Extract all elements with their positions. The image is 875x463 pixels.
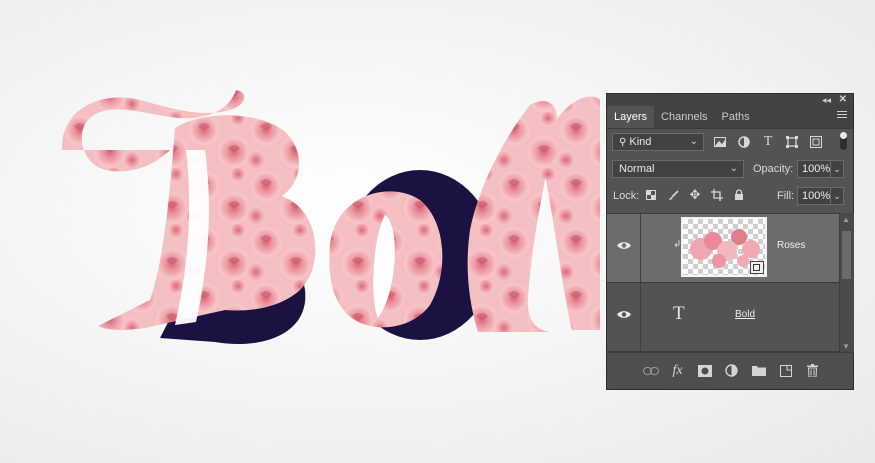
blend-row: Normal ⌄ Opacity: 100% ⌄ bbox=[607, 156, 853, 183]
layers-panel: ◂◂ ✕ Layers Channels Paths ⚲ Kind ⌄ T No… bbox=[606, 93, 854, 390]
tab-layers[interactable]: Layers bbox=[607, 106, 655, 128]
filter-kind-label: Kind bbox=[629, 136, 652, 148]
layer-row-roses[interactable]: ↲ Roses bbox=[607, 214, 839, 283]
layer-thumbnail-roses[interactable] bbox=[681, 217, 767, 277]
shape-filter-icon[interactable] bbox=[783, 134, 801, 150]
scrollbar-thumb[interactable] bbox=[842, 231, 851, 279]
lock-transparent-icon[interactable] bbox=[643, 187, 659, 203]
chevron-down-icon: ⌄ bbox=[729, 163, 738, 174]
bold-artwork bbox=[61, 90, 600, 345]
eye-icon[interactable] bbox=[617, 310, 631, 319]
lock-all-icon[interactable] bbox=[731, 187, 747, 203]
fill-label: Fill: bbox=[777, 190, 795, 202]
scroll-up-icon[interactable]: ▲ bbox=[842, 215, 850, 224]
layers-scrollbar[interactable]: ▲ ▼ bbox=[839, 213, 854, 353]
new-layer-icon[interactable] bbox=[776, 362, 795, 379]
link-layers-icon[interactable] bbox=[641, 362, 660, 379]
lock-row: Lock: ✥ Fill: 100% ⌄ bbox=[607, 183, 853, 210]
collapse-panel-icon[interactable]: ◂◂ bbox=[822, 94, 831, 106]
image-filter-icon[interactable] bbox=[711, 134, 729, 150]
opacity-label: Opacity: bbox=[753, 163, 794, 175]
new-group-icon[interactable] bbox=[749, 362, 768, 379]
eye-icon[interactable] bbox=[617, 241, 631, 250]
close-panel-icon[interactable]: ✕ bbox=[839, 94, 847, 106]
type-filter-icon[interactable]: T bbox=[759, 134, 777, 150]
filter-kind-select[interactable]: ⚲ Kind ⌄ bbox=[612, 133, 704, 151]
trash-icon[interactable] bbox=[803, 362, 822, 379]
blend-mode-select[interactable]: Normal ⌄ bbox=[612, 160, 744, 178]
lock-artboard-icon[interactable] bbox=[709, 187, 725, 203]
scroll-down-icon[interactable]: ▼ bbox=[842, 342, 850, 351]
fill-input[interactable]: 100% bbox=[797, 187, 831, 205]
tab-channels[interactable]: Channels bbox=[654, 106, 714, 128]
panel-titlebar: ◂◂ ✕ bbox=[607, 94, 853, 106]
blend-mode-value: Normal bbox=[619, 163, 655, 175]
text-layer-icon: T bbox=[673, 303, 685, 324]
layers-list: ↲ Roses T Bold bbox=[607, 213, 839, 354]
layer-name-roses[interactable]: Roses bbox=[777, 240, 805, 251]
panel-menu-icon[interactable] bbox=[837, 111, 847, 120]
lock-move-icon[interactable]: ✥ bbox=[687, 187, 703, 203]
chevron-down-icon: ⌄ bbox=[689, 136, 698, 147]
smart-object-icon bbox=[750, 261, 764, 274]
opacity-dropdown[interactable]: ⌄ bbox=[831, 160, 844, 178]
filter-row: ⚲ Kind ⌄ T bbox=[607, 129, 853, 156]
add-mask-icon[interactable] bbox=[695, 362, 714, 379]
search-icon: ⚲ bbox=[619, 137, 627, 148]
adjustment-layer-icon[interactable] bbox=[722, 362, 741, 379]
smart-object-filter-icon[interactable] bbox=[807, 134, 825, 150]
tab-paths[interactable]: Paths bbox=[715, 106, 757, 128]
layer-name-bold[interactable]: Bold bbox=[735, 309, 755, 320]
layer-row-bold[interactable]: T Bold bbox=[607, 283, 839, 352]
layers-bottom-toolbar: fx bbox=[607, 352, 853, 389]
fx-icon[interactable]: fx bbox=[668, 362, 687, 379]
filter-toggle[interactable] bbox=[840, 132, 847, 150]
fill-dropdown[interactable]: ⌄ bbox=[831, 187, 844, 205]
opacity-input[interactable]: 100% bbox=[797, 160, 831, 178]
adjustment-filter-icon[interactable] bbox=[735, 134, 753, 150]
lock-label: Lock: bbox=[613, 190, 640, 202]
lock-paint-icon[interactable] bbox=[665, 187, 681, 203]
panel-tabs: Layers Channels Paths bbox=[607, 106, 853, 129]
